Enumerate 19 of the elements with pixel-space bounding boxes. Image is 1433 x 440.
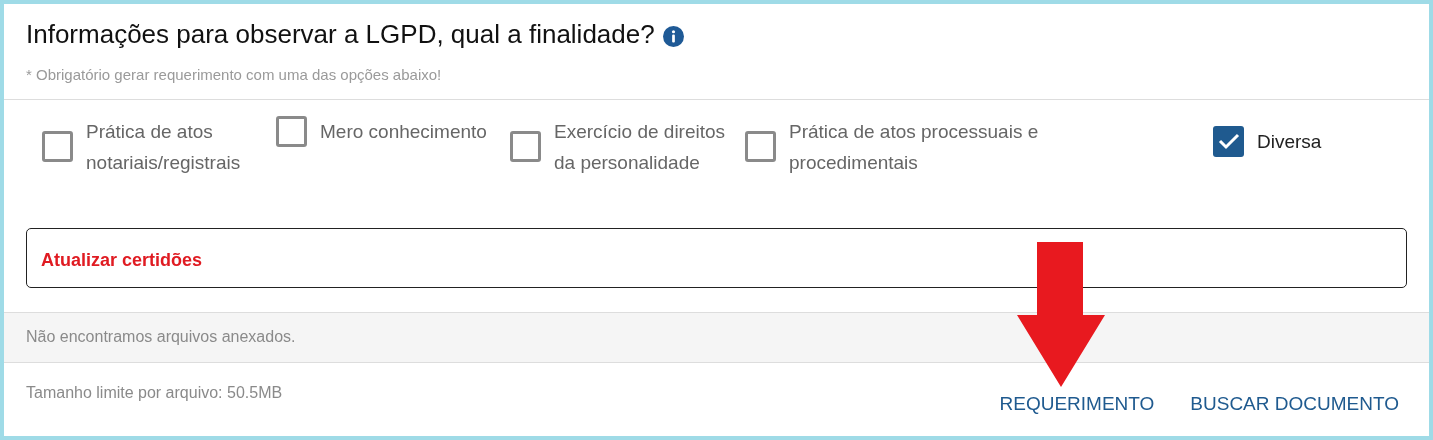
checkbox-label[interactable]: Prática de atos processuais e procedimentais (789, 115, 1089, 178)
info-icon[interactable] (662, 25, 684, 47)
checkbox-label[interactable]: Prática de atos notariais/registrais (86, 115, 266, 178)
empty-attachments-message: Não encontramos arquivos anexados. (26, 327, 296, 347)
checkbox[interactable] (1213, 125, 1244, 157)
required-note: * Obrigatório gerar requerimento com uma das opções abaixo! (26, 65, 443, 85)
checkbox-label[interactable]: Diversa (1257, 125, 1413, 157)
checkbox-label[interactable]: Exercício de direitos da personalidade (554, 115, 734, 178)
checkbox-label[interactable]: Mero conhecimento (320, 115, 500, 147)
checkbox[interactable] (510, 131, 541, 162)
text-button[interactable]: BUSCAR DOCUMENTO (1182, 385, 1407, 422)
text-button[interactable]: REQUERIMENTO (991, 385, 1163, 422)
purpose-field[interactable]: Atualizar certidões (26, 227, 1407, 288)
size-limit-text: Tamanho limite por arquivo: 50.5MB (26, 382, 283, 403)
section-title: Informações para observar a LGPD, qual a finalidade? (26, 18, 655, 50)
check-icon (1217, 132, 1240, 150)
checkbox[interactable] (745, 131, 776, 162)
checkbox[interactable] (276, 115, 307, 147)
checkbox[interactable] (42, 131, 73, 162)
